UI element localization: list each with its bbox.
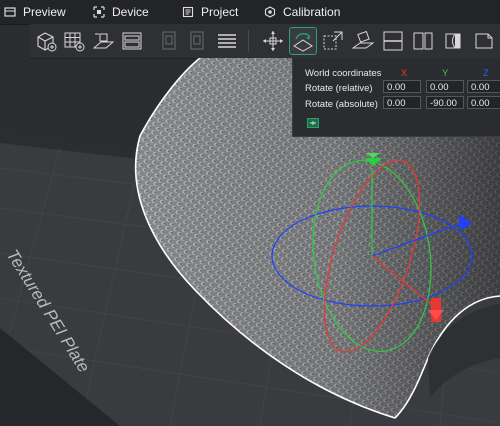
add-object-button[interactable] <box>33 28 59 54</box>
support-paint-button[interactable] <box>410 28 436 54</box>
device-icon <box>93 6 105 18</box>
toolbar-divider <box>248 30 249 52</box>
color-paint-button[interactable] <box>470 28 496 54</box>
top-navigation: Preview Device Project Calibration <box>0 0 500 25</box>
tab-device[interactable]: Device <box>93 0 149 24</box>
rotate-relative-label: Rotate (relative) <box>305 83 373 94</box>
rotate-absolute-z-input[interactable]: 0.00 <box>467 96 500 109</box>
panel-header-row: World coordinates X Y Z <box>293 65 500 81</box>
rotate-panel: World coordinates X Y Z Rotate (relative… <box>292 58 500 137</box>
tab-project-label: Project <box>201 5 239 19</box>
rotate-absolute-x-input[interactable]: 0.00 <box>383 96 421 109</box>
axis-x-label: X <box>401 68 408 79</box>
tab-preview-label: Preview <box>23 5 66 19</box>
rotate-button[interactable] <box>289 27 317 55</box>
tab-calibration[interactable]: Calibration <box>264 0 340 24</box>
layers-icon <box>218 34 236 48</box>
rotate-relative-row: Rotate (relative) 0.00 0.00 0.00 <box>293 80 500 96</box>
project-icon <box>182 6 194 18</box>
rotate-relative-x-input[interactable]: 0.00 <box>383 80 421 93</box>
rotate-icon <box>293 33 313 52</box>
rotate-absolute-y-input[interactable]: -90.00 <box>426 96 464 109</box>
color-paint-icon <box>475 33 493 49</box>
add-object-icon <box>37 32 57 52</box>
tab-device-label: Device <box>112 5 149 19</box>
toolbar <box>30 24 500 59</box>
cut-icon <box>383 31 403 51</box>
move-icon <box>263 31 283 51</box>
seam-paint-button[interactable] <box>440 28 466 54</box>
scale-button[interactable] <box>320 28 346 54</box>
rotate-absolute-label: Rotate (absolute) <box>305 99 378 110</box>
move-button[interactable] <box>260 28 286 54</box>
arrange-icon <box>122 32 142 50</box>
lay-on-face-button[interactable] <box>350 28 376 54</box>
layers-button[interactable] <box>214 28 240 54</box>
tab-project[interactable]: Project <box>182 0 238 24</box>
reset-rotation-button[interactable] <box>307 118 319 128</box>
auto-orient-button[interactable] <box>91 28 117 54</box>
plate-grid-icon <box>64 32 85 52</box>
slice-plate-button[interactable] <box>157 28 183 54</box>
slice-all-button[interactable] <box>185 28 211 54</box>
preview-icon <box>4 6 16 18</box>
cut-button[interactable] <box>380 28 406 54</box>
axis-z-label: Z <box>483 68 489 79</box>
tab-preview[interactable]: Preview <box>4 0 66 24</box>
slice-all-icon <box>190 31 204 50</box>
axis-y-label: Y <box>442 68 449 79</box>
auto-orient-icon <box>92 33 115 49</box>
calibration-icon <box>264 6 276 18</box>
lay-on-face-icon <box>351 30 375 49</box>
scale-icon <box>323 31 343 50</box>
rotate-relative-z-input[interactable]: 0.00 <box>467 80 500 93</box>
tab-calibration-label: Calibration <box>283 5 341 19</box>
plate-grid-button[interactable] <box>61 28 87 54</box>
slice-plate-icon <box>162 31 176 50</box>
seam-paint-icon <box>445 33 461 49</box>
world-coordinates-label: World coordinates <box>305 68 382 79</box>
reset-rotation-icon <box>307 118 319 128</box>
rotate-absolute-row: Rotate (absolute) 0.00 -90.00 0.00 <box>293 96 500 112</box>
support-paint-icon <box>413 32 433 50</box>
rotate-relative-y-input[interactable]: 0.00 <box>426 80 464 93</box>
arrange-button[interactable] <box>119 28 145 54</box>
